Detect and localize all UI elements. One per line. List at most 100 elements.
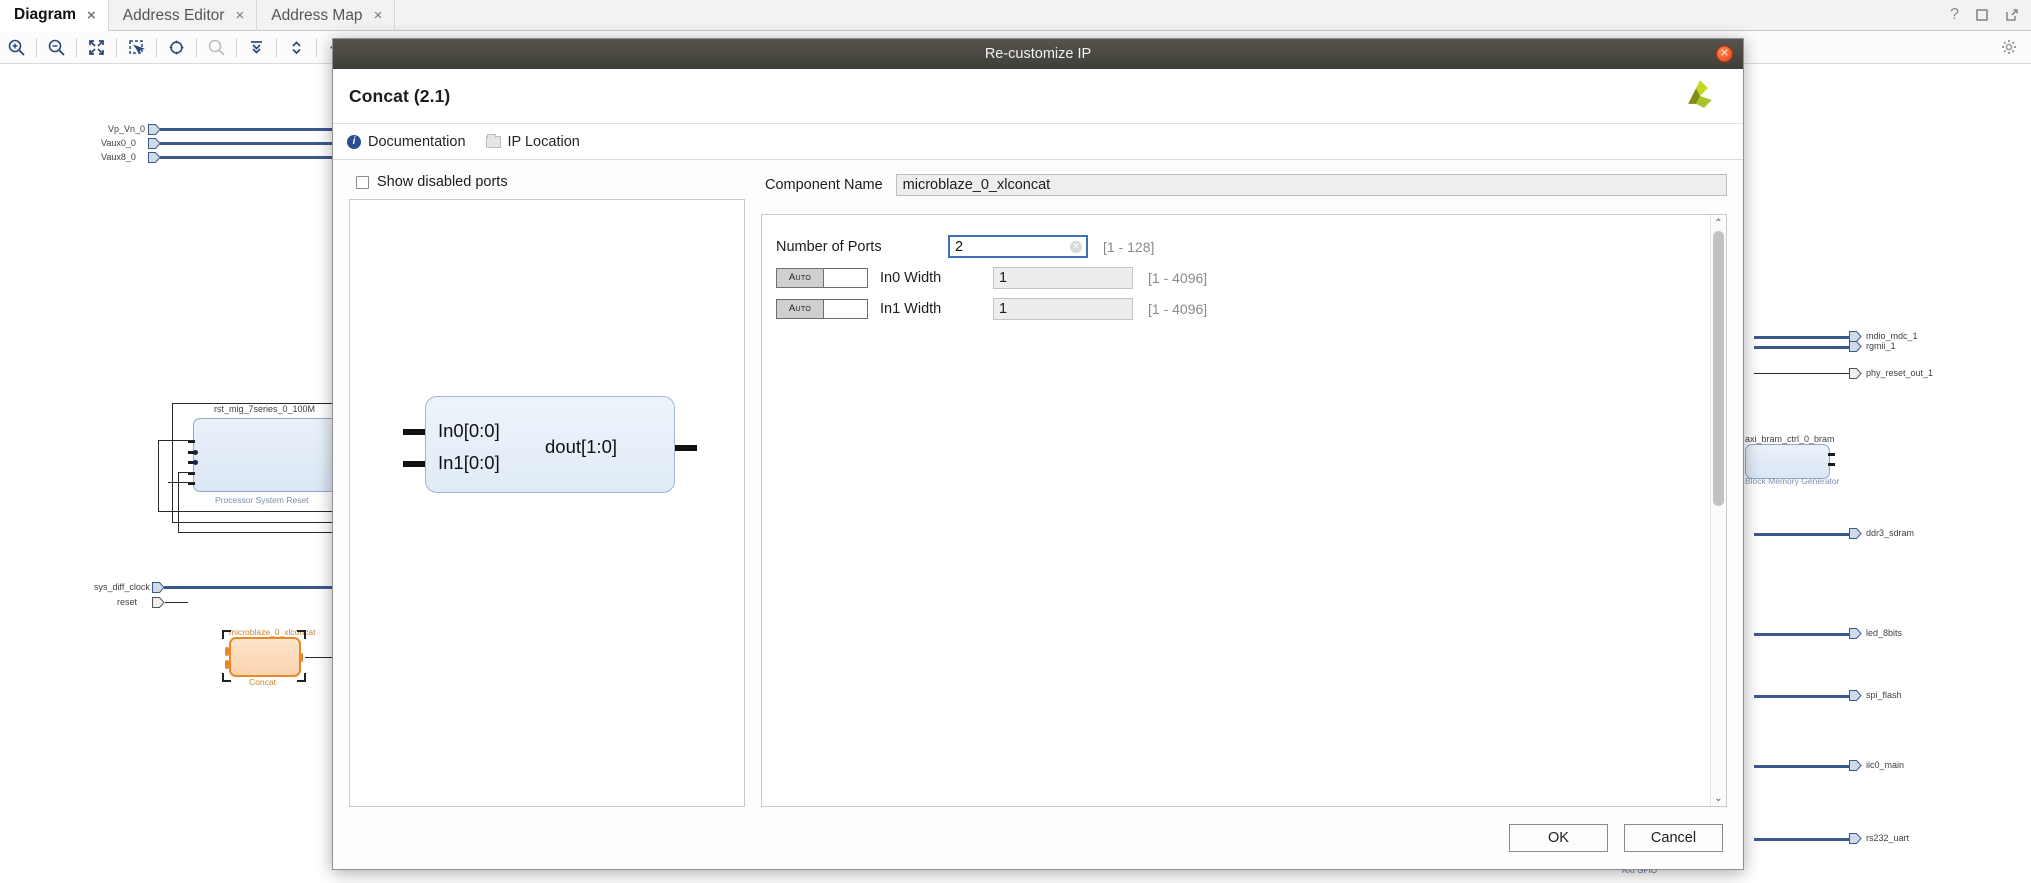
in1-auto-toggle[interactable]: Auto (776, 298, 868, 319)
tab-address-map-close-icon[interactable]: × (374, 8, 383, 23)
wire (172, 403, 174, 523)
port-arrow-phy-reset-out[interactable] (1849, 368, 1862, 379)
detach-icon[interactable] (2005, 8, 2019, 22)
port-arrow-rs232-uart[interactable] (1849, 833, 1862, 844)
in0-width-label: In0 Width (880, 269, 942, 286)
tab-address-editor[interactable]: Address Editor × (109, 0, 258, 31)
refresh-layout-icon[interactable] (160, 31, 193, 64)
selection-handle[interactable] (222, 630, 231, 639)
port-arrow-spi-flash[interactable] (1849, 690, 1862, 701)
toolbar-separator (76, 37, 77, 57)
wire (1754, 765, 1850, 768)
wire-junction (193, 450, 198, 455)
tab-diagram-label: Diagram (14, 6, 77, 23)
dialog-title: Re-customize IP (984, 46, 1092, 62)
block-pin (225, 660, 229, 669)
tab-address-map-label: Address Map (271, 6, 363, 24)
canvas-port-label: iic0_main (1866, 760, 1905, 770)
wire (1754, 633, 1850, 636)
show-disabled-ports-row[interactable]: Show disabled ports (349, 174, 745, 190)
in0-width-range: [1 - 4096] (1148, 269, 1208, 286)
wire (178, 532, 338, 534)
wire (1754, 533, 1850, 536)
port-arrow-reset[interactable] (152, 597, 165, 608)
block-axi-bram-ctrl-bram[interactable] (1745, 444, 1830, 479)
ip-symbol-preview[interactable]: In0[0:0] In1[0:0] dout[1:0] (349, 199, 745, 807)
number-of-ports-label: Number of Ports (776, 238, 882, 255)
zoom-area-icon[interactable] (120, 31, 153, 64)
zoom-fit-icon[interactable] (80, 31, 113, 64)
component-name-input[interactable] (895, 174, 1727, 196)
scroll-up-icon[interactable]: ⌃ (1714, 215, 1722, 231)
in0-auto-toggle[interactable]: Auto (776, 267, 868, 288)
component-name-label: Component Name (765, 177, 883, 193)
canvas-port-label: rgmii_1 (1866, 341, 1896, 351)
selection-handle[interactable] (297, 673, 306, 682)
dialog-footer: OK Cancel (333, 807, 1743, 869)
wire (164, 586, 336, 589)
number-of-ports-range: [1 - 128] (1103, 238, 1155, 255)
parameters-box: Number of Ports 2 ✕ [1 - 128] Auto In0 W… (761, 214, 1727, 807)
port-arrow-rgmii[interactable] (1849, 341, 1862, 352)
parameters-scrollbar[interactable]: ⌃ ⌄ (1710, 215, 1726, 806)
block-bram-subtitle: Block Memory Generator (1745, 476, 1840, 486)
number-of-ports-row: Number of Ports 2 ✕ [1 - 128] (776, 231, 1710, 262)
toolbar-separator (36, 37, 37, 57)
wire (168, 482, 194, 484)
expand-all-icon[interactable] (280, 31, 313, 64)
block-rst-mig-7series[interactable] (193, 418, 343, 492)
in1-width-input[interactable]: 1 (993, 297, 1133, 320)
tab-address-editor-close-icon[interactable]: × (235, 8, 244, 23)
selection-handle[interactable] (297, 630, 306, 639)
wire (158, 511, 338, 513)
documentation-link[interactable]: i Documentation (347, 134, 466, 150)
selection-handle[interactable] (222, 673, 231, 682)
port-arrow-ddr3-sdram[interactable] (1849, 528, 1862, 539)
clear-icon[interactable]: ✕ (1070, 240, 1082, 253)
block-rst-title: rst_mig_7series_0_100M (214, 404, 316, 414)
block-microblaze-0-xlconcat[interactable] (229, 637, 301, 677)
number-of-ports-input[interactable]: 2 ✕ (948, 235, 1088, 258)
dialog-body: Show disabled ports In0[0:0] In1[0:0] do… (333, 160, 1743, 807)
scroll-down-icon[interactable]: ⌄ (1714, 790, 1722, 806)
dialog-title-bar[interactable]: Re-customize IP ✕ (333, 39, 1743, 69)
scrollbar-thumb[interactable] (1713, 231, 1724, 506)
wire (160, 156, 335, 159)
tab-diagram-close-icon[interactable]: × (87, 8, 96, 23)
scrollbar-track[interactable] (1711, 231, 1726, 790)
search-icon[interactable] (200, 31, 233, 64)
cancel-button[interactable]: Cancel (1624, 824, 1723, 852)
tab-bar-spacer (395, 0, 1950, 30)
wire (158, 440, 194, 442)
close-icon[interactable]: ✕ (1716, 45, 1733, 63)
show-disabled-ports-checkbox[interactable] (356, 175, 369, 189)
collapse-all-icon[interactable] (240, 31, 273, 64)
block-pin (1828, 453, 1835, 456)
parameters-list: Number of Ports 2 ✕ [1 - 128] Auto In0 W… (762, 215, 1710, 806)
ip-location-link[interactable]: IP Location (485, 133, 580, 150)
selected-block-subtitle: Concat (249, 677, 276, 687)
documentation-link-label: Documentation (368, 133, 466, 150)
help-icon[interactable]: ? (1950, 6, 1959, 24)
ok-button[interactable]: OK (1509, 824, 1608, 852)
in1-width-label: In1 Width (880, 300, 942, 317)
canvas-port-label: Vaux0_0 (101, 138, 136, 148)
in1-width-range: [1 - 4096] (1148, 300, 1208, 317)
port-arrow-iic0-main[interactable] (1849, 760, 1862, 771)
toolbar-separator (316, 37, 317, 57)
zoom-out-icon[interactable] (40, 31, 73, 64)
maximize-icon[interactable] (1975, 8, 1989, 22)
tab-address-map[interactable]: Address Map × (257, 0, 396, 31)
gear-icon[interactable] (2001, 39, 2017, 55)
canvas-port-label: phy_reset_out_1 (1866, 368, 1934, 378)
port-arrow-led-8bits[interactable] (1849, 628, 1862, 639)
in0-width-input[interactable]: 1 (993, 266, 1133, 289)
wire (1754, 336, 1850, 339)
tab-diagram[interactable]: Diagram × (0, 0, 109, 31)
number-of-ports-value: 2 (955, 238, 964, 255)
info-icon: i (347, 134, 361, 149)
ip-symbol-dout-label: dout[1:0] (545, 436, 618, 457)
zoom-in-icon[interactable] (0, 31, 33, 64)
ip-symbol-in0-label: In0[0:0] (438, 420, 500, 441)
in0-auto-label: Auto (777, 268, 824, 287)
